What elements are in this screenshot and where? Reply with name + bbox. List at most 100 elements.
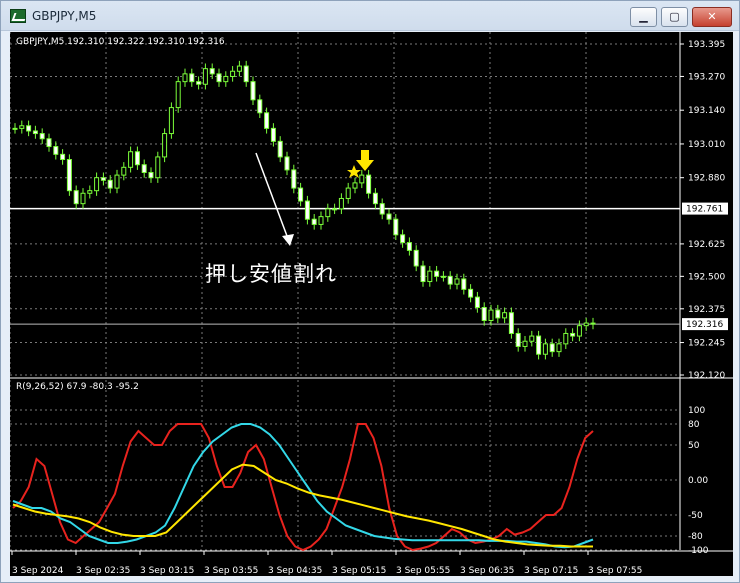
window-title: GBPJPY,M5 bbox=[32, 9, 97, 23]
price-axis-label: 193.010 bbox=[688, 140, 725, 150]
candle-body bbox=[366, 174, 372, 194]
symbol-info: GBPJPY,M5 192.310 192.322 192.310 192.31… bbox=[16, 37, 225, 47]
time-axis-label: 3 Sep 07:15 bbox=[524, 566, 578, 576]
candle-body bbox=[338, 197, 344, 210]
osc-axis-label: 0.00 bbox=[688, 476, 708, 486]
price-chart[interactable]: 193.395 193.270 193.140 193.010 192.880 192.6… bbox=[10, 32, 733, 576]
candle-body bbox=[400, 234, 406, 244]
price-axis-label: 193.270 bbox=[688, 72, 725, 82]
candle-body bbox=[257, 99, 263, 114]
candle-body bbox=[325, 208, 331, 218]
candle-body bbox=[570, 332, 576, 337]
price-axis-label: 192.375 bbox=[688, 305, 725, 315]
candle-body bbox=[60, 153, 66, 161]
candle-body bbox=[440, 275, 446, 278]
candle-body bbox=[12, 127, 18, 130]
candle-body bbox=[175, 81, 181, 109]
price-axis-label: 193.395 bbox=[688, 40, 725, 50]
osc-axis-label: 50 bbox=[688, 441, 700, 451]
maximize-button[interactable]: ▢ bbox=[661, 7, 688, 27]
candle-body bbox=[19, 125, 25, 129]
candle-body bbox=[393, 218, 399, 236]
candle-body bbox=[379, 203, 385, 215]
candle-body bbox=[223, 75, 229, 83]
candle-body bbox=[536, 335, 542, 355]
time-axis-label: 3 Sep 07:55 bbox=[588, 566, 642, 576]
candle-body bbox=[515, 332, 521, 347]
candle-body bbox=[46, 138, 52, 148]
candle-body bbox=[576, 325, 582, 337]
osc-axis-label: -80 bbox=[688, 532, 703, 542]
minimize-button[interactable]: ▁ bbox=[630, 7, 657, 27]
candle-body bbox=[372, 192, 378, 205]
candle-body bbox=[447, 275, 453, 285]
candle-body bbox=[162, 133, 168, 158]
candle-body bbox=[121, 166, 127, 176]
time-axis-label: 3 Sep 05:15 bbox=[332, 566, 386, 576]
candle-body bbox=[264, 112, 270, 129]
candle-body bbox=[141, 164, 147, 174]
candle-body bbox=[32, 130, 38, 135]
price-axis-label: 192.500 bbox=[688, 272, 725, 282]
candle-body bbox=[345, 187, 351, 199]
candle-body bbox=[155, 156, 161, 179]
chart-window: GBPJPY,M5 ▁ ▢ ✕ 193.395 193.270 193.140 193… bbox=[0, 0, 740, 583]
candle-body bbox=[474, 296, 480, 309]
sell-signal-arrow-icon bbox=[356, 150, 374, 171]
candle-body bbox=[352, 182, 358, 189]
candle-body bbox=[94, 177, 100, 192]
oscillator-line-osc_yellow bbox=[12, 463, 593, 548]
candle-body bbox=[148, 172, 154, 179]
candle-body bbox=[53, 146, 59, 155]
candle-body bbox=[168, 107, 174, 135]
time-axis-label: 3 Sep 05:55 bbox=[396, 566, 450, 576]
osc-axis-label: -50 bbox=[688, 511, 703, 521]
time-axis-label: 3 Sep 2024 bbox=[12, 566, 64, 576]
candle-body bbox=[304, 200, 310, 220]
title-bar[interactable]: GBPJPY,M5 ▁ ▢ ✕ bbox=[1, 1, 739, 31]
candle-body bbox=[522, 340, 528, 347]
time-axis-label: 3 Sep 03:15 bbox=[140, 566, 194, 576]
candle-body bbox=[26, 125, 32, 132]
annotation-label: 押し安値割れ bbox=[205, 262, 337, 286]
price-axis-label: 193.140 bbox=[688, 106, 725, 116]
candle-body bbox=[386, 213, 392, 220]
osc-axis-label: -100 bbox=[688, 546, 709, 556]
time-axis-label: 3 Sep 02:35 bbox=[76, 566, 130, 576]
candle-body bbox=[100, 177, 106, 181]
time-axis-label: 3 Sep 03:55 bbox=[204, 566, 258, 576]
candle-body bbox=[583, 322, 589, 327]
candle-body bbox=[73, 190, 79, 205]
candle-body bbox=[230, 70, 236, 77]
candle-body bbox=[420, 265, 426, 283]
candle-body bbox=[209, 68, 215, 75]
candle-body bbox=[134, 151, 140, 166]
candle-body bbox=[39, 133, 45, 140]
oscillator-line-osc_red bbox=[12, 423, 594, 552]
candle-body bbox=[128, 151, 134, 168]
osc-axis-label: 100 bbox=[688, 406, 705, 416]
candle-body bbox=[196, 81, 202, 85]
candle-body bbox=[359, 174, 365, 184]
price-axis-label: 192.625 bbox=[688, 240, 725, 250]
candle-body bbox=[468, 288, 474, 298]
time-axis-label: 3 Sep 04:35 bbox=[268, 566, 322, 576]
candle-body bbox=[542, 343, 548, 355]
candle-body bbox=[189, 73, 195, 83]
candle-body bbox=[488, 309, 494, 321]
candle-body bbox=[529, 335, 535, 342]
price-axis-label: 192.880 bbox=[688, 174, 725, 184]
candle-body bbox=[114, 174, 120, 189]
osc-axis-label: 80 bbox=[688, 420, 700, 430]
close-button[interactable]: ✕ bbox=[692, 7, 732, 27]
candle-body bbox=[556, 343, 562, 353]
candle-body bbox=[236, 65, 242, 72]
candle-body bbox=[250, 81, 256, 101]
candle-body bbox=[332, 208, 338, 211]
indicator-info: R(9,26,52) 67.9 -80.3 -95.2 bbox=[16, 382, 139, 392]
candle-body bbox=[291, 169, 297, 189]
candle-body bbox=[311, 218, 317, 225]
candle-body bbox=[413, 249, 419, 267]
candle-body bbox=[549, 343, 555, 353]
candle-body bbox=[298, 187, 304, 202]
